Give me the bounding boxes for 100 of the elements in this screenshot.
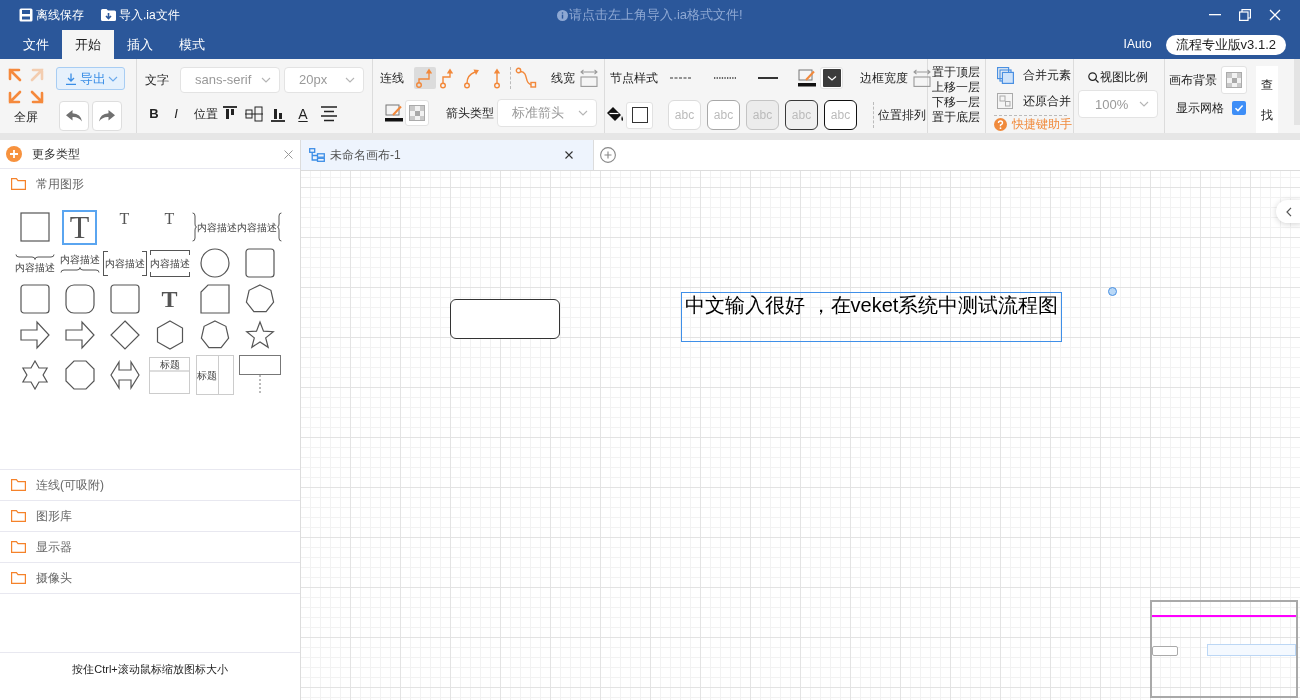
connector-label: 连线 xyxy=(380,70,404,86)
menu-tab[interactable]: 模式 xyxy=(166,30,218,59)
text-tool[interactable]: T xyxy=(62,209,97,245)
heptagon-shape-icon[interactable] xyxy=(199,320,230,350)
text-node[interactable]: 中文输入很好 ，在veket系统中测试流程图 xyxy=(681,292,1063,342)
caret-icon xyxy=(1139,101,1149,108)
six-point-star-shape-icon[interactable] xyxy=(19,360,50,390)
download-icon xyxy=(65,72,77,85)
border-color-button[interactable] xyxy=(820,67,843,89)
checker-icon xyxy=(409,105,425,121)
folder-icon xyxy=(11,178,26,190)
anchor-dot-icon[interactable] xyxy=(1108,287,1117,296)
brace-icon xyxy=(59,266,100,273)
brace-icon xyxy=(14,253,55,260)
bold-button[interactable]: B xyxy=(145,106,163,122)
caret-icon xyxy=(578,110,588,116)
heptagon-shape-icon[interactable] xyxy=(244,284,275,314)
folder-icon xyxy=(11,541,26,553)
panel-title: 更多类型 xyxy=(32,146,80,162)
rounded-square-shape-icon[interactable] xyxy=(64,284,95,314)
vertical-scrollbar xyxy=(1294,59,1300,125)
bracket-label-shape[interactable]: 内容描述 xyxy=(102,250,147,276)
hexagon-shape-icon[interactable] xyxy=(154,320,185,350)
find-button[interactable]: 查找 xyxy=(1256,66,1278,133)
shape-category[interactable]: 显示器 xyxy=(0,532,300,562)
fill-bucket-icon[interactable] xyxy=(606,106,624,124)
show-grid-checkbox[interactable] xyxy=(1232,101,1246,116)
align-middle-icon[interactable] xyxy=(245,106,263,122)
bracket-label-shape[interactable]: 内容描述 xyxy=(149,249,190,277)
border-color-icon[interactable] xyxy=(798,69,816,87)
arrow-shape-icon[interactable] xyxy=(64,320,95,350)
close-icon[interactable] xyxy=(565,151,573,159)
canvas-background-label: 画布背景 xyxy=(1169,72,1217,88)
line-width-label: 线宽 xyxy=(551,70,575,86)
menu-tab[interactable]: 文件 xyxy=(10,30,62,59)
color-dropdown-icon xyxy=(822,69,841,87)
shape-category[interactable]: 常用图形 xyxy=(0,169,300,199)
import-file-button[interactable]: 导入.ia文件 xyxy=(101,7,180,23)
title-table-shape[interactable]: 标题 xyxy=(149,356,190,394)
minimap-node xyxy=(1152,646,1178,656)
fill-color-button[interactable] xyxy=(626,101,653,129)
fullscreen-button[interactable]: 全屏 xyxy=(8,68,44,133)
add-tab-icon[interactable] xyxy=(600,147,616,163)
undo-icon xyxy=(66,110,82,122)
arrow-shape-icon[interactable] xyxy=(19,320,50,350)
rounded-rectangle-node[interactable] xyxy=(450,299,560,339)
arrange-label: 位置排列 xyxy=(878,107,926,123)
brace-icon xyxy=(192,212,197,242)
rounded-square-shape-icon[interactable] xyxy=(109,284,140,314)
merge-button[interactable]: 合并元素 xyxy=(994,67,1073,84)
fullscreen-icon xyxy=(8,68,44,104)
italic-button[interactable]: I xyxy=(169,106,183,122)
circle-shape-icon[interactable] xyxy=(199,248,230,278)
hint-text: 按住Ctrl+滚动鼠标缩放图标大小 xyxy=(0,652,300,700)
rounded-square-shape-icon[interactable] xyxy=(19,284,50,314)
undo-button[interactable] xyxy=(59,101,89,131)
layer-order-button[interactable]: 置于顶层 xyxy=(932,65,985,80)
dashed-line-icon[interactable] xyxy=(670,76,692,80)
unmerge-icon xyxy=(997,93,1013,109)
text-tool[interactable]: T xyxy=(119,211,130,226)
layer-order-button[interactable]: 下移一层 xyxy=(932,95,985,110)
show-grid-label: 显示网格 xyxy=(1176,101,1224,116)
solid-line-icon[interactable] xyxy=(758,76,778,80)
dotted-line-icon[interactable] xyxy=(714,76,736,80)
layer-order-button[interactable]: 上移一层 xyxy=(932,80,985,95)
square-shape-icon[interactable] xyxy=(19,212,50,242)
minimize-icon[interactable] xyxy=(1209,14,1221,16)
menu-tab[interactable]: 插入 xyxy=(114,30,166,59)
zoom-label: 视图比例 xyxy=(1100,70,1148,85)
line-color-icon[interactable] xyxy=(385,104,403,122)
font-color-button[interactable]: A xyxy=(294,105,312,123)
star-shape-icon[interactable] xyxy=(244,320,275,350)
title-table-shape[interactable]: 标题 xyxy=(195,355,234,395)
align-center-icon[interactable] xyxy=(320,106,338,122)
shape-category[interactable]: 摄像头 xyxy=(0,563,300,593)
chevron-left-icon xyxy=(1286,206,1292,217)
text-tool[interactable]: T xyxy=(161,287,178,311)
diamond-shape-icon[interactable] xyxy=(109,320,140,350)
octagon-shape-icon[interactable] xyxy=(64,360,95,390)
menu-tab[interactable]: 开始 xyxy=(62,30,114,59)
double-arrow-shape-icon[interactable] xyxy=(109,360,140,390)
align-bottom-icon[interactable] xyxy=(270,106,286,122)
lifeline-shape-icon[interactable] xyxy=(238,355,281,395)
save-icon xyxy=(19,8,33,22)
align-top-icon[interactable] xyxy=(222,106,238,122)
position-label: 位置 xyxy=(194,106,218,122)
restore-icon[interactable] xyxy=(1239,9,1251,21)
node-style-label: 节点样式 xyxy=(610,70,658,86)
merge-icon xyxy=(997,67,1014,84)
save-button[interactable]: 离线保存 xyxy=(19,7,84,23)
shape-category[interactable]: 连线(可吸附) xyxy=(0,470,300,500)
text-tool[interactable]: T xyxy=(164,211,175,226)
color-swatch-icon xyxy=(631,107,648,123)
shape-category[interactable]: 图形库 xyxy=(0,501,300,531)
cut-corner-shape-icon[interactable] xyxy=(199,284,230,314)
canvas-tab[interactable]: 未命名画布-1 xyxy=(301,140,594,170)
unmerge-button[interactable]: 还原合并 xyxy=(994,93,1073,109)
rounded-square-shape-icon[interactable] xyxy=(244,248,275,278)
redo-button[interactable] xyxy=(92,101,122,131)
layer-order-button[interactable]: 置于底层 xyxy=(932,110,985,125)
